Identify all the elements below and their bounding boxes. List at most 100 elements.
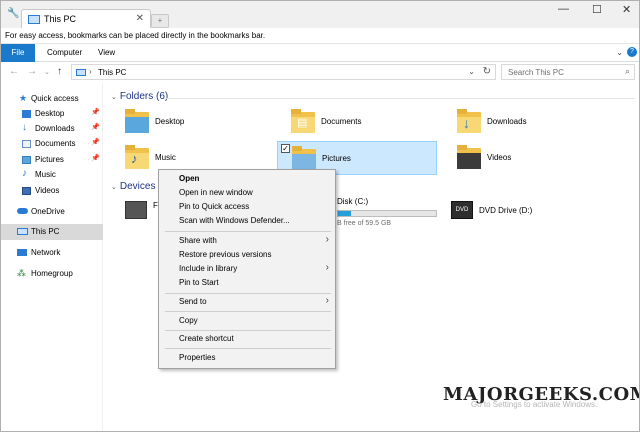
context-menu: Open Open in new window Pin to Quick acc… xyxy=(158,169,336,369)
menu-item-include-library[interactable]: Include in library › xyxy=(159,262,335,276)
sidebar-item-desktop[interactable]: Desktop 📌 xyxy=(1,106,103,122)
sidebar-item-homegroup[interactable]: ⁂ Homegroup xyxy=(1,266,103,282)
folder-name: Pictures xyxy=(322,154,351,163)
collapse-icon[interactable]: ⌄ xyxy=(111,94,117,101)
tab-computer[interactable]: Computer xyxy=(39,44,90,62)
menu-item-label: Send to xyxy=(179,297,207,306)
folder-downloads[interactable]: ↓ Downloads xyxy=(443,105,603,139)
cloud-icon xyxy=(17,208,28,214)
tab-file[interactable]: File xyxy=(1,44,35,62)
search-box[interactable]: Search This PC ⌕ xyxy=(501,64,635,80)
sidebar-item-network[interactable]: Network xyxy=(1,245,103,261)
menu-item-label: Restore previous versions xyxy=(179,250,272,259)
computer-icon xyxy=(17,228,28,235)
sidebar-item-documents[interactable]: Documents 📌 xyxy=(1,136,103,152)
pin-icon[interactable]: 📌 xyxy=(91,138,100,146)
menu-item-scan-defender[interactable]: Scan with Windows Defender... xyxy=(159,214,335,228)
help-icon[interactable]: ? xyxy=(627,47,637,57)
folder-documents[interactable]: ▤ Documents xyxy=(277,105,437,139)
menu-separator xyxy=(165,311,331,312)
up-icon[interactable]: ↑ xyxy=(57,66,62,77)
tab-this-pc[interactable]: This PC ✕ xyxy=(21,9,151,29)
close-button[interactable]: ✕ xyxy=(622,3,631,16)
sidebar-item-label: Network xyxy=(31,248,61,257)
title-bar: 🔧 This PC ✕ + — ☐ ✕ xyxy=(1,1,639,29)
sidebar-item-this-pc[interactable]: This PC xyxy=(1,224,103,240)
recent-locations-icon[interactable]: ⌄ xyxy=(44,68,50,76)
music-icon: ♪ xyxy=(22,168,27,179)
menu-separator xyxy=(165,330,331,331)
submenu-arrow-icon: › xyxy=(325,262,329,273)
bookmarks-bar: For easy access, bookmarks can be placed… xyxy=(1,28,639,44)
expand-ribbon-icon[interactable]: ⌄ xyxy=(616,48,623,57)
folder-icon: ▤ xyxy=(291,109,315,133)
menu-item-pin-quick-access[interactable]: Pin to Quick access xyxy=(159,200,335,214)
dvd-drive-icon: DVD xyxy=(451,201,473,219)
sidebar-item-label: OneDrive xyxy=(31,207,65,216)
folder-videos[interactable]: Videos xyxy=(443,141,603,175)
forward-icon[interactable]: → xyxy=(27,66,37,77)
menu-item-open[interactable]: Open xyxy=(159,172,335,186)
sidebar-item-label: Quick access xyxy=(31,94,79,103)
activation-notice: Go to Settings to activate Windows. xyxy=(471,400,598,409)
maximize-button[interactable]: ☐ xyxy=(592,3,602,16)
close-tab-icon[interactable]: ✕ xyxy=(136,13,144,24)
wrench-icon[interactable]: 🔧 xyxy=(7,8,19,20)
new-tab-button[interactable]: + xyxy=(151,14,169,28)
sidebar-item-pictures[interactable]: Pictures 📌 xyxy=(1,152,103,168)
menu-item-label: Include in library xyxy=(179,264,238,273)
minimize-button[interactable]: — xyxy=(558,3,569,15)
menu-item-open-new-window[interactable]: Open in new window xyxy=(159,186,335,200)
downloads-icon: ↓ xyxy=(22,122,27,133)
sidebar-item-label: Music xyxy=(35,170,56,179)
collapse-icon[interactable]: ⌄ xyxy=(111,184,117,191)
folder-name: Music xyxy=(155,153,176,162)
folders-group-header[interactable]: ⌄ Folders (6) xyxy=(111,91,168,102)
folder-icon: ↓ xyxy=(457,109,481,133)
search-input[interactable]: Search This PC xyxy=(508,68,564,77)
breadcrumb-this-pc[interactable]: This PC xyxy=(98,68,126,77)
sidebar-item-videos[interactable]: Videos xyxy=(1,183,103,199)
menu-item-copy[interactable]: Copy xyxy=(159,314,335,328)
folder-desktop[interactable]: Desktop xyxy=(111,105,271,139)
disk-usage-bar xyxy=(337,210,437,217)
menu-item-label: Copy xyxy=(179,316,198,325)
refresh-icon[interactable]: ↻ xyxy=(483,66,491,77)
sidebar-item-quick-access[interactable]: ★ Quick access xyxy=(1,91,103,107)
menu-item-properties[interactable]: Properties xyxy=(159,351,335,365)
menu-item-pin-start[interactable]: Pin to Start xyxy=(159,276,335,290)
address-bar[interactable]: › This PC ⌄ ↻ xyxy=(71,64,496,80)
homegroup-icon: ⁂ xyxy=(17,268,26,278)
bookmarks-hint: For easy access, bookmarks can be placed… xyxy=(5,31,266,40)
menu-item-create-shortcut[interactable]: Create shortcut xyxy=(159,332,335,346)
menu-item-send-to[interactable]: Send to › xyxy=(159,295,335,309)
sidebar-item-downloads[interactable]: ↓ Downloads 📌 xyxy=(1,121,103,137)
computer-icon xyxy=(76,69,86,76)
devices-group-header[interactable]: ⌄ Devices a xyxy=(111,181,164,192)
menu-item-label: Scan with Windows Defender... xyxy=(179,216,290,225)
submenu-arrow-icon: › xyxy=(325,295,329,306)
address-dropdown-icon[interactable]: ⌄ xyxy=(468,67,475,76)
breadcrumb-chevron-icon[interactable]: › xyxy=(89,67,92,76)
desktop-icon xyxy=(22,110,31,118)
back-icon[interactable]: ← xyxy=(9,66,19,77)
menu-item-label: Pin to Start xyxy=(179,278,219,287)
folder-icon: ♪ xyxy=(125,145,149,169)
menu-item-share-with[interactable]: Share with › xyxy=(159,234,335,248)
sidebar-item-music[interactable]: ♪ Music xyxy=(1,167,103,183)
folder-icon xyxy=(125,109,149,133)
ribbon: File Computer View ⌄ ? xyxy=(1,44,639,62)
drive-name: DVD Drive (D:) xyxy=(479,206,533,215)
folder-icon xyxy=(292,146,316,170)
pin-icon[interactable]: 📌 xyxy=(91,154,100,162)
menu-item-label: Properties xyxy=(179,353,216,362)
sidebar-item-onedrive[interactable]: OneDrive xyxy=(1,204,103,220)
menu-item-label: Open in new window xyxy=(179,188,253,197)
menu-separator xyxy=(165,231,331,232)
menu-item-restore-versions[interactable]: Restore previous versions xyxy=(159,248,335,262)
checkbox-checked-icon[interactable]: ✓ xyxy=(281,144,290,153)
tab-view[interactable]: View xyxy=(90,44,123,62)
pin-icon[interactable]: 📌 xyxy=(91,108,100,116)
dvd-drive[interactable]: DVD DVD Drive (D:) xyxy=(451,197,591,237)
pin-icon[interactable]: 📌 xyxy=(91,123,100,131)
